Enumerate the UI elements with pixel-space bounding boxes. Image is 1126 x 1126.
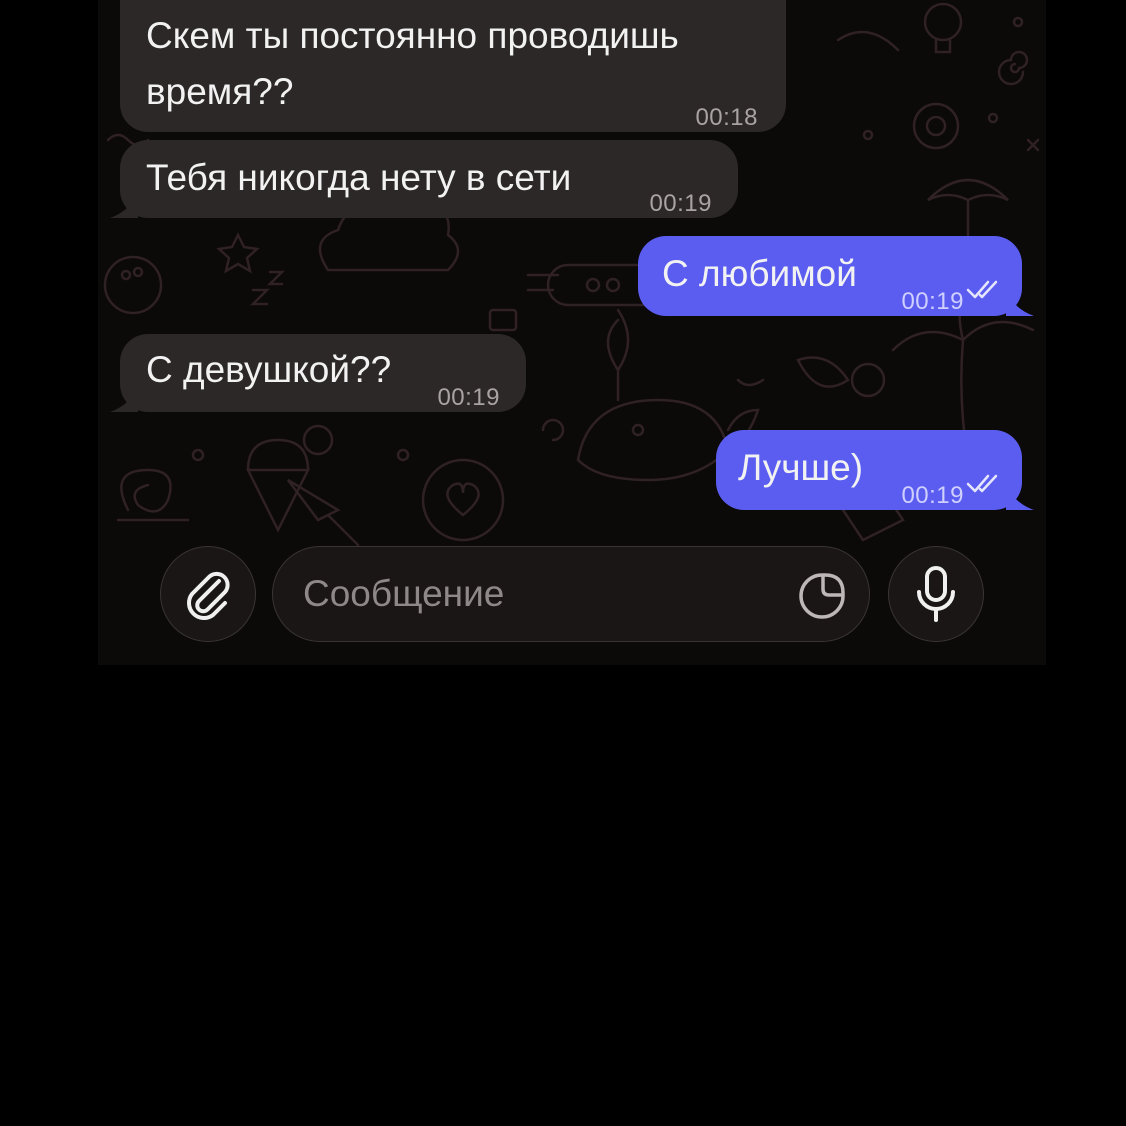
message-text: Лучше): [738, 447, 864, 488]
chat-area: Скем ты постоянно проводишь время?? 00:1…: [98, 0, 1046, 665]
message-time: 00:19: [901, 288, 964, 315]
bubble-tail: [110, 388, 138, 412]
message-bubble-incoming[interactable]: С девушкой?? 00:19: [120, 334, 526, 412]
message-time: 00:18: [695, 104, 758, 131]
message-text: С девушкой??: [146, 349, 392, 390]
message-bubble-incoming[interactable]: Тебя никогда нету в сети 00:19: [120, 140, 738, 218]
microphone-icon: [917, 566, 955, 622]
read-checkmarks-icon: [966, 280, 998, 299]
message-bubble-outgoing[interactable]: Лучше) 00:19: [716, 430, 1022, 510]
message-time: 00:19: [437, 384, 500, 411]
voice-record-button[interactable]: [888, 546, 984, 642]
message-input[interactable]: Сообщение: [272, 546, 870, 642]
bubble-tail: [110, 194, 138, 218]
message-input-placeholder: Сообщение: [303, 573, 505, 614]
sticker-icon[interactable]: [797, 571, 847, 621]
bubble-tail: [1006, 486, 1034, 510]
paperclip-icon: [187, 571, 230, 620]
message-bubble-incoming[interactable]: Скем ты постоянно проводишь время?? 00:1…: [120, 0, 786, 132]
message-time: 00:19: [901, 482, 964, 509]
message-text: Тебя никогда нету в сети: [146, 157, 572, 198]
message-text: С любимой: [662, 253, 857, 294]
read-checkmarks-icon: [966, 474, 998, 493]
screen: Скем ты постоянно проводишь время?? 00:1…: [0, 0, 1126, 1126]
message-time: 00:19: [649, 190, 712, 217]
message-text: Скем ты постоянно проводишь: [146, 15, 679, 56]
attach-button[interactable]: [160, 546, 256, 642]
message-text: время??: [146, 71, 294, 112]
bubble-tail: [1006, 292, 1034, 316]
message-bubble-outgoing[interactable]: С любимой 00:19: [638, 236, 1022, 316]
